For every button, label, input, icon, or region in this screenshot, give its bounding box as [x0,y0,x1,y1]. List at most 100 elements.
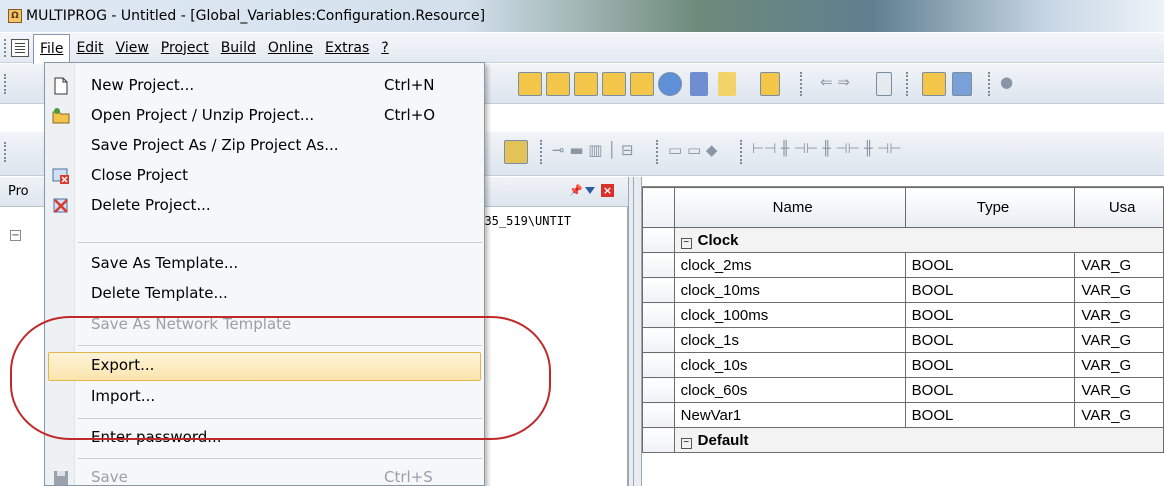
menu-project[interactable]: Project [155,37,215,59]
title-bar: Ω MULTIPROG - Untitled - [Global_Variabl… [0,0,1164,32]
table-row[interactable]: clock_10s BOOL VAR_G [642,352,1164,378]
dropdown-icon[interactable] [585,187,595,194]
group-row-clock[interactable]: − Clock [642,227,1164,253]
menu-extras[interactable]: Extras [319,37,375,59]
table-row[interactable]: clock_10ms BOOL VAR_G [642,277,1164,303]
project-tree-title: Pro [8,184,29,199]
cell-usage[interactable]: VAR_G [1074,327,1164,353]
row-header[interactable] [642,427,675,453]
table-row[interactable]: NewVar1 BOOL VAR_G [642,402,1164,428]
row-header[interactable] [642,402,675,428]
cell-name[interactable]: NewVar1 [673,402,906,428]
close-project-icon [52,168,69,184]
menu-item-close-project[interactable]: Close Project [45,161,484,191]
cell-usage[interactable]: VAR_G [1074,252,1164,278]
cell-name[interactable]: clock_10ms [673,277,906,303]
delete-project-icon [53,198,68,213]
table-row[interactable]: clock_2ms BOOL VAR_G [642,252,1164,278]
menu-online[interactable]: Online [262,37,319,59]
list-icon[interactable] [876,72,892,96]
variables-icon[interactable] [952,72,972,96]
cell-name[interactable]: clock_2ms [673,252,906,278]
toolbar-grip [4,142,7,162]
collapse-icon[interactable]: − [10,230,21,241]
grid-header-row: Name Type Usa [642,187,1164,228]
menu-item-save[interactable]: Save Ctrl+S [45,463,484,485]
row-header[interactable] [642,352,675,378]
ladder-contacts-icon[interactable]: ⊢⊣ ╫ ⊣⊢ ╫ ⊣⊢ ╫ ⊣⊢ [752,141,902,157]
grid-corner[interactable] [642,187,675,228]
tree-root-node[interactable]: 5_35_519\UNTIT [470,214,571,228]
menu-build[interactable]: Build [215,37,262,59]
collapse-icon[interactable]: − [680,437,692,449]
row-header[interactable] [642,252,675,278]
window-cascade-icon[interactable] [546,72,570,96]
table-row[interactable]: clock_60s BOOL VAR_G [642,377,1164,403]
cell-usage[interactable]: VAR_G [1074,352,1164,378]
row-header[interactable] [642,227,675,253]
cell-type[interactable]: BOOL [904,252,1076,278]
cell-usage[interactable]: VAR_G [1074,377,1164,403]
row-header[interactable] [642,327,675,353]
record-icon[interactable]: ● [1000,73,1013,91]
menu-file[interactable]: File [33,33,71,64]
menu-item-open-project[interactable]: Open Project / Unzip Project... Ctrl+O [45,101,484,131]
pane-splitter[interactable] [628,177,642,486]
menu-view[interactable]: View [110,37,155,59]
cell-type[interactable]: BOOL [904,402,1076,428]
column-header-usage[interactable]: Usa [1074,187,1164,228]
menu-item-save-project-as[interactable]: Save Project As / Zip Project As... [45,131,484,161]
annotation-callout [10,316,551,440]
menu-help[interactable]: ? [375,37,394,59]
column-header-type[interactable]: Type [904,187,1076,228]
window-tile-icon[interactable] [518,72,542,96]
pin-icon[interactable]: 📌 [569,184,583,197]
new-document-icon [54,77,68,95]
cell-name[interactable]: clock_60s [673,377,906,403]
variables-grid: Name Type Usa − Clock clock_2ms BOOL VAR_… [642,186,1164,486]
table-row[interactable]: clock_1s BOOL VAR_G [642,327,1164,353]
output-window-icon[interactable] [602,72,626,96]
group-label[interactable]: − Default [673,427,1164,453]
back-icon[interactable]: ⇐ ⇒ [820,73,850,91]
cell-name[interactable]: clock_10s [673,352,906,378]
window-title: MULTIPROG - Untitled - [Global_Variables… [26,8,486,24]
message-icon[interactable] [690,72,708,96]
bookmark-icon[interactable] [718,72,736,96]
breakpoint-icon[interactable] [922,72,946,96]
cell-type[interactable]: BOOL [904,302,1076,328]
cell-usage[interactable]: VAR_G [1074,402,1164,428]
menu-item-delete-project[interactable]: Delete Project... [45,191,484,221]
row-header[interactable] [642,277,675,303]
menu-edit[interactable]: Edit [70,37,109,59]
table-row[interactable]: clock_100ms BOOL VAR_G [642,302,1164,328]
wand-icon[interactable] [574,72,598,96]
open-folder-icon [52,108,70,124]
document-icon[interactable] [11,38,29,57]
cell-type[interactable]: BOOL [904,377,1076,403]
block-icon[interactable]: ▭ ▭ ◆ [668,141,717,159]
project-tree-icon[interactable] [630,72,654,96]
close-icon[interactable]: × [601,184,614,197]
menu-item-delete-template[interactable]: Delete Template... [45,279,484,309]
cell-name[interactable]: clock_100ms [673,302,906,328]
collapse-icon[interactable]: − [680,237,692,249]
cell-name[interactable]: clock_1s [673,327,906,353]
group-row-default[interactable]: − Default [642,427,1164,453]
row-header[interactable] [642,302,675,328]
cell-type[interactable]: BOOL [904,277,1076,303]
column-header-name[interactable]: Name [673,187,906,228]
cell-usage[interactable]: VAR_G [1074,277,1164,303]
row-header[interactable] [642,377,675,403]
group-label[interactable]: − Clock [673,227,1164,253]
menu-item-new-project[interactable]: New Project... Ctrl+N [45,71,484,101]
network-icon[interactable]: ⊸ ▬ ▥ │ ⊟ [552,141,634,159]
watch-icon[interactable] [658,72,682,96]
edit-icon[interactable] [760,72,780,96]
cell-usage[interactable]: VAR_G [1074,302,1164,328]
cell-type[interactable]: BOOL [904,327,1076,353]
object-icon[interactable] [504,140,528,164]
toolbar-separator [540,140,542,164]
menu-item-save-as-template[interactable]: Save As Template... [45,249,484,279]
cell-type[interactable]: BOOL [904,352,1076,378]
